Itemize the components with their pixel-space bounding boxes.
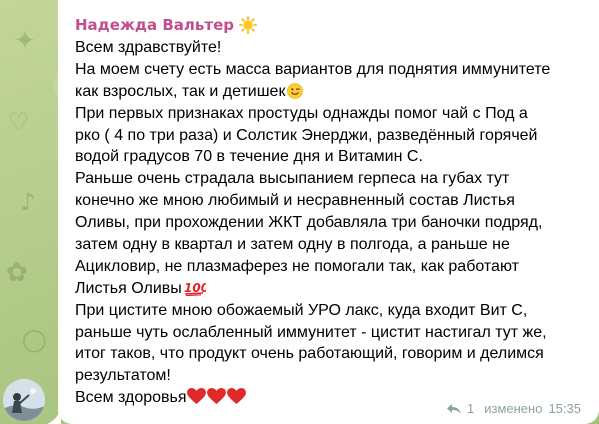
message-line: как взрослых, так и детишек — [75, 81, 590, 103]
doodle-heart-icon: ♡ — [8, 108, 30, 136]
sender-name[interactable]: Надежда Вальтер — [75, 15, 257, 35]
message-line: результатом! — [75, 367, 171, 385]
red-heart-emoji-icon — [226, 388, 246, 405]
message-line: Листья Оливы100 — [75, 278, 590, 300]
message-line: конечно же мною любимый и несравненный с… — [75, 192, 515, 210]
message-line: Всем здравствуйте! — [75, 39, 222, 56]
sun-icon — [238, 16, 257, 35]
avatar-photo-icon — [3, 379, 45, 421]
replies-count: 1 — [467, 401, 475, 416]
sender-avatar[interactable] — [3, 379, 45, 421]
replies-button[interactable]: 1 — [446, 401, 474, 416]
doodle-circle-icon: ◯ — [22, 328, 47, 353]
reply-arrow-icon — [447, 403, 461, 414]
edited-label: изменено — [484, 401, 543, 416]
message-meta: 1 изменено 15:35 — [446, 401, 581, 416]
sender-name-label: Надежда Вальтер — [75, 16, 234, 34]
message-line: итог таков, что продукт очень работающий… — [75, 345, 544, 363]
message-text: Всем здравствуйте! На моем счету есть ма… — [75, 37, 590, 409]
message-line: рко ( 4 по три раза) и Солстик Энерджи, … — [75, 126, 538, 144]
message-line: При цистите мною обожаемый УРО лакс, куд… — [75, 301, 528, 319]
message-line: затем одну в квартал и затем одну в полг… — [75, 236, 510, 254]
red-heart-emoji-icon — [186, 388, 206, 405]
doodle-star-icon: ✦ — [14, 26, 36, 56]
hearts-emoji-group — [186, 388, 247, 412]
message-bubble[interactable]: Надежда Вальтер Всем здравствуйте! На мо… — [58, 0, 599, 424]
doodle-music-icon: ♪ — [20, 188, 36, 216]
message-line: водой градусов 70 в течение дня и Витами… — [75, 148, 423, 166]
message-line: На моем счету есть масса вариантов для п… — [75, 60, 551, 78]
doodle-flower-icon: ✿ — [6, 258, 28, 288]
message-line: Ацикловир, не плазмаферез не помогали та… — [75, 257, 519, 275]
message-line: При первых признаках простуды однажды по… — [75, 104, 528, 122]
message-line: Оливы, при прохождении ЖКТ добавляла три… — [75, 214, 543, 232]
message-line: Раньше очень страдала высыпанием герпеса… — [75, 170, 510, 188]
message-line: раньше чуть ослабленный иммунитет - цист… — [75, 323, 547, 341]
red-heart-emoji-icon — [206, 388, 226, 405]
message-time: 15:35 — [548, 401, 581, 416]
